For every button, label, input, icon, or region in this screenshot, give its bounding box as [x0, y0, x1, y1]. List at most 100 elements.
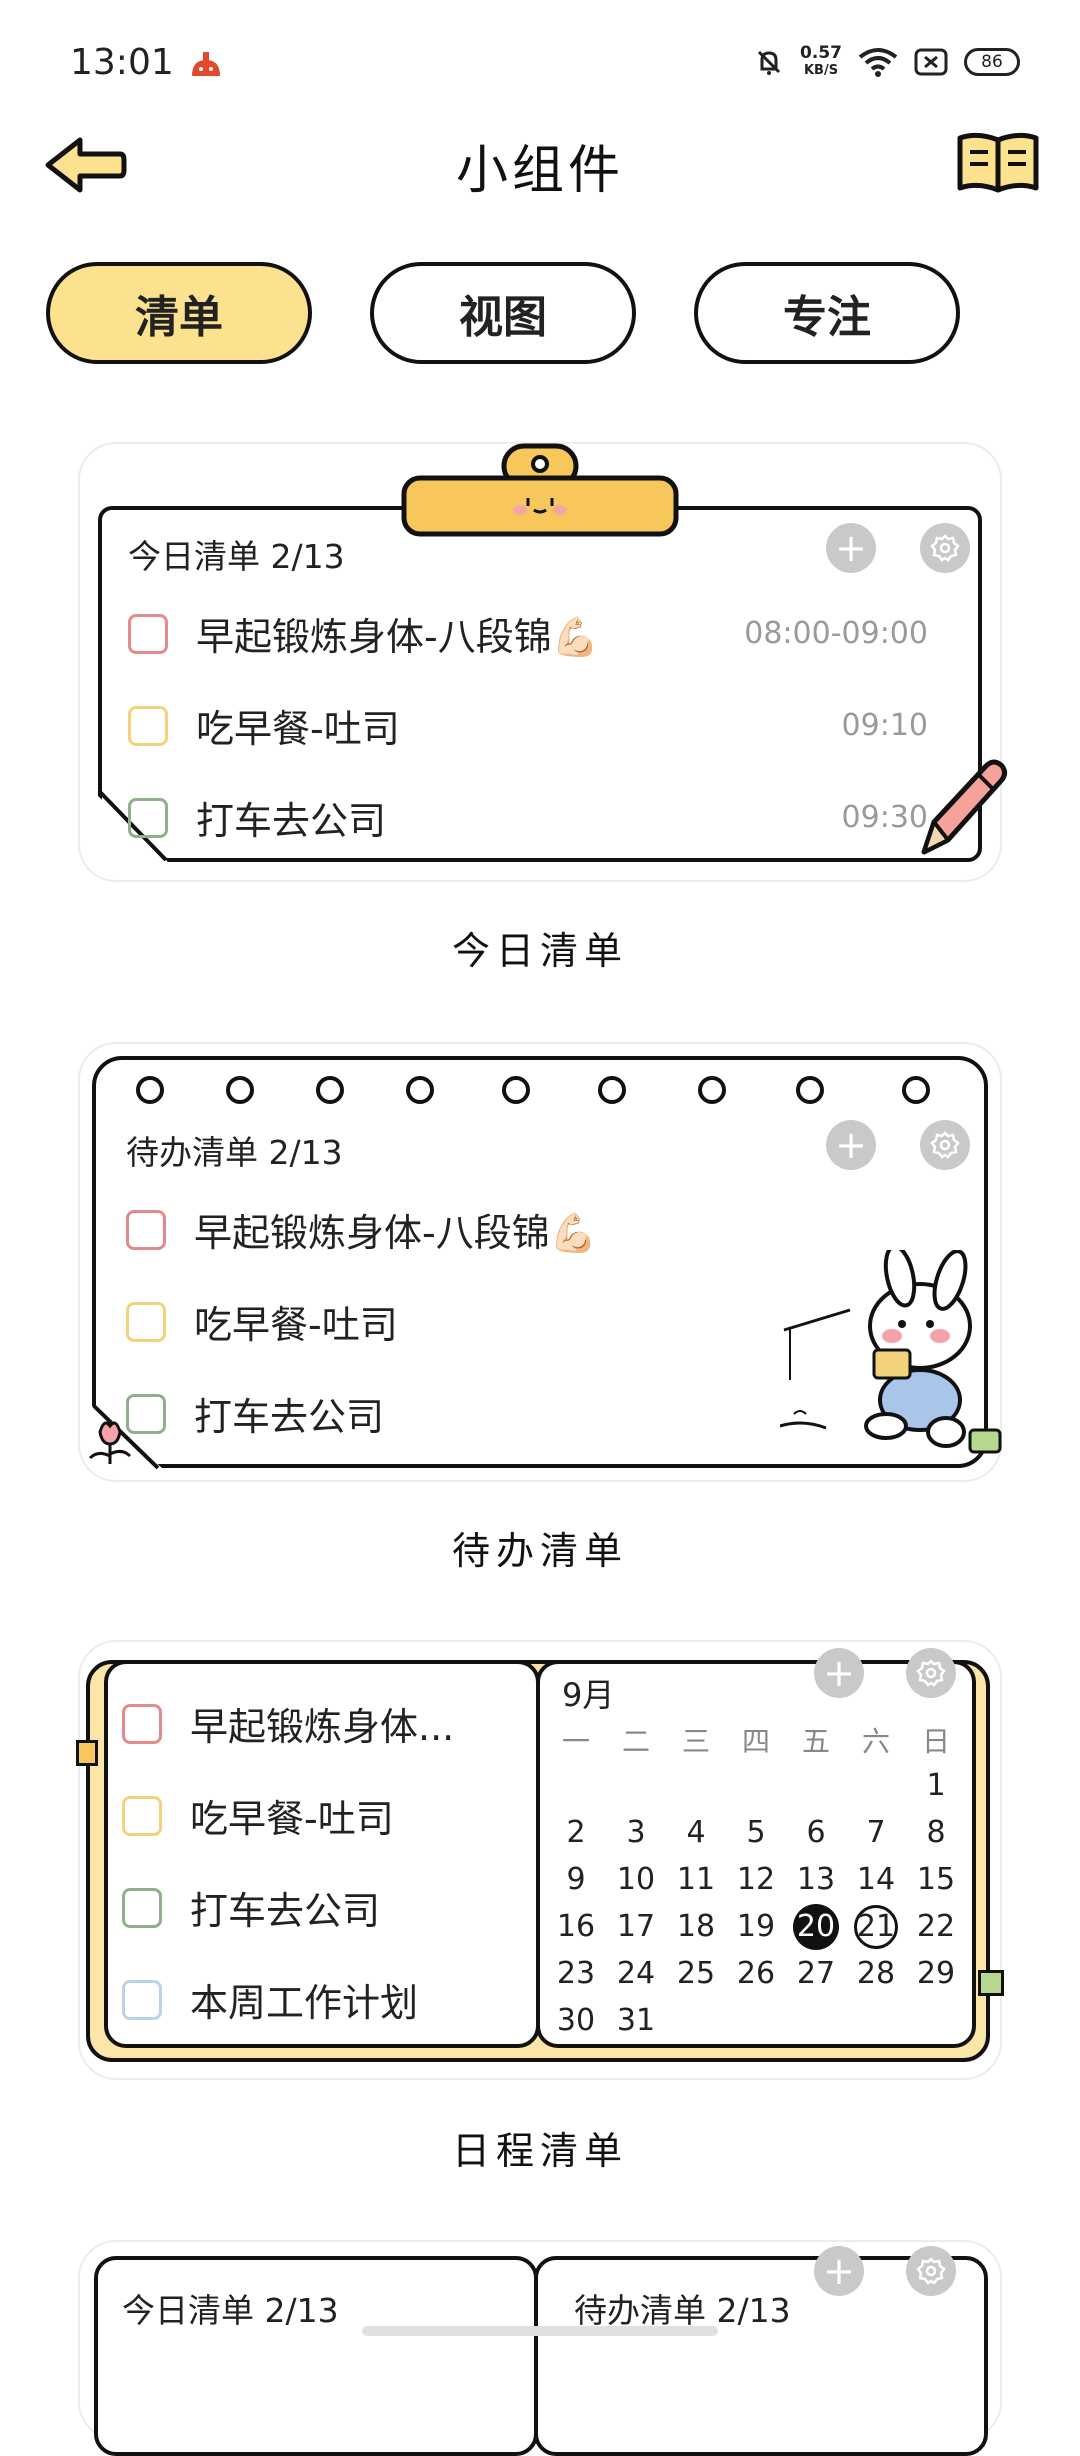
status-time: 13:01: [70, 42, 174, 83]
task-time: 08:00-09:00: [744, 616, 928, 651]
calendar-day[interactable]: 1: [906, 1762, 966, 1809]
tab-focus[interactable]: 专注: [694, 262, 960, 364]
calendar-day-number: 1: [926, 1768, 946, 1803]
calendar-day[interactable]: 9: [546, 1856, 606, 1903]
calendar-day[interactable]: 19: [726, 1903, 786, 1950]
app-notification-icon: [192, 52, 220, 76]
widget-caption-todo: 待办清单: [451, 1529, 628, 1573]
binder-hole: [136, 1076, 164, 1104]
calendar-day[interactable]: 26: [726, 1950, 786, 1997]
task-checkbox[interactable]: [122, 1795, 162, 1836]
todo-task-3[interactable]: 打车去公司: [126, 1386, 384, 1441]
calendar-day[interactable]: 13: [786, 1856, 846, 1903]
calendar-day[interactable]: 18: [666, 1903, 726, 1950]
calendar-day-number: 2: [566, 1815, 586, 1850]
task-checkbox[interactable]: [122, 1887, 162, 1928]
task-checkbox[interactable]: [128, 705, 168, 746]
task-checkbox[interactable]: [122, 1703, 162, 1744]
calendar-day[interactable]: 27: [786, 1950, 846, 1997]
calendar-weekday: 五: [801, 1724, 830, 1758]
calendar-day[interactable]: 10: [606, 1856, 666, 1903]
calendar-day[interactable]: 21: [846, 1903, 906, 1950]
schedule-task-2[interactable]: 吃早餐-吐司: [122, 1788, 394, 1843]
widget-settings-button[interactable]: [920, 523, 970, 573]
calendar-day[interactable]: 20: [786, 1903, 846, 1950]
calendar-weekdays: 一二三四五六日: [546, 1716, 966, 1763]
task-checkbox[interactable]: [126, 1209, 166, 1250]
bookmark-tab: [76, 1740, 98, 1766]
binder-hole: [226, 1076, 254, 1104]
calendar-day-number: 10: [616, 1862, 656, 1897]
page-title: 小组件: [455, 141, 624, 201]
home-indicator[interactable]: [362, 2326, 718, 2336]
calendar-day[interactable]: 8: [906, 1809, 966, 1856]
tab-list[interactable]: 清单: [46, 262, 312, 364]
calendar-day[interactable]: 14: [846, 1856, 906, 1903]
calendar-day[interactable]: 2: [546, 1809, 606, 1856]
schedule-task-3[interactable]: 打车去公司: [122, 1880, 380, 1935]
plus-icon: +: [823, 1651, 855, 1695]
calendar-day[interactable]: 31: [606, 1997, 666, 2044]
today-task-3[interactable]: 打车去公司 09:30: [128, 790, 958, 845]
tab-view[interactable]: 视图: [370, 262, 636, 364]
calendar-day[interactable]: 17: [606, 1903, 666, 1950]
today-task-1[interactable]: 早起锻炼身体-八段锦💪🏻 08:00-09:00: [128, 606, 958, 661]
calendar-day[interactable]: 5: [726, 1809, 786, 1856]
todo-task-2[interactable]: 吃早餐-吐司: [126, 1294, 398, 1349]
task-title: 吃早餐-吐司: [190, 1797, 394, 1841]
flower-icon: [88, 1421, 132, 1464]
gear-icon: [916, 2257, 946, 2285]
calendar-day[interactable]: 29: [906, 1950, 966, 1997]
widget-settings-button[interactable]: [920, 1120, 970, 1170]
task-checkbox[interactable]: [128, 797, 168, 838]
calendar-day-number: 15: [916, 1862, 956, 1897]
calendar-day[interactable]: 24: [606, 1950, 666, 1997]
calendar-day-number: 28: [856, 1956, 896, 1991]
task-checkbox[interactable]: [128, 613, 168, 654]
calendar-empty-cell: [726, 1762, 786, 1809]
calendar-day-number: 8: [926, 1815, 946, 1850]
schedule-task-1[interactable]: 早起锻炼身体...: [122, 1696, 454, 1751]
sim-card-icon: [914, 48, 948, 76]
add-task-button[interactable]: +: [826, 523, 876, 573]
calendar-day[interactable]: 30: [546, 1997, 606, 2044]
calendar-day-number: 31: [616, 2003, 656, 2038]
network-speed-unit: KB/S: [803, 63, 839, 78]
calendar-day[interactable]: 28: [846, 1950, 906, 1997]
calendar-day[interactable]: 25: [666, 1950, 726, 1997]
calendar-day[interactable]: 11: [666, 1856, 726, 1903]
calendar-day[interactable]: 7: [846, 1809, 906, 1856]
calendar-day[interactable]: 12: [726, 1856, 786, 1903]
calendar-day[interactable]: 3: [606, 1809, 666, 1856]
network-speed: 0.57 KB/S: [800, 44, 842, 80]
binder-hole: [796, 1076, 824, 1104]
today-task-2[interactable]: 吃早餐-吐司 09:10: [128, 698, 958, 753]
open-book-icon[interactable]: [956, 130, 1040, 196]
clipboard-clip-icon: [401, 443, 679, 537]
calendar-day[interactable]: 23: [546, 1950, 606, 1997]
calendar-day-number: 3: [626, 1815, 646, 1850]
pencil-icon: [921, 759, 1008, 855]
calendar-day-number: 23: [556, 1956, 596, 1991]
task-checkbox[interactable]: [122, 1979, 162, 2020]
widget-settings-button[interactable]: [906, 1648, 956, 1698]
calendar-day[interactable]: 15: [906, 1856, 966, 1903]
add-task-button[interactable]: +: [826, 1120, 876, 1170]
calendar-day[interactable]: 22: [906, 1903, 966, 1950]
calendar-day-number: 29: [916, 1956, 956, 1991]
todo-task-1[interactable]: 早起锻炼身体-八段锦💪🏻: [126, 1202, 597, 1257]
calendar-day[interactable]: 16: [546, 1903, 606, 1950]
combo-left-heading: 今日清单 2/13: [122, 2291, 339, 2330]
calendar-day[interactable]: 4: [666, 1809, 726, 1856]
calendar-weekday: 六: [861, 1724, 890, 1758]
calendar-day[interactable]: 6: [786, 1809, 846, 1856]
task-checkbox[interactable]: [126, 1301, 166, 1342]
add-task-button[interactable]: +: [814, 2246, 864, 2296]
task-title: 本周工作计划: [190, 1981, 419, 2025]
add-task-button[interactable]: +: [814, 1648, 864, 1698]
widget-settings-button[interactable]: [906, 2246, 956, 2296]
gear-icon: [916, 1659, 946, 1687]
rabbit-fishing-illustration: [780, 1250, 1002, 1454]
schedule-task-4[interactable]: 本周工作计划: [122, 1972, 418, 2027]
gear-icon: [930, 1131, 960, 1159]
